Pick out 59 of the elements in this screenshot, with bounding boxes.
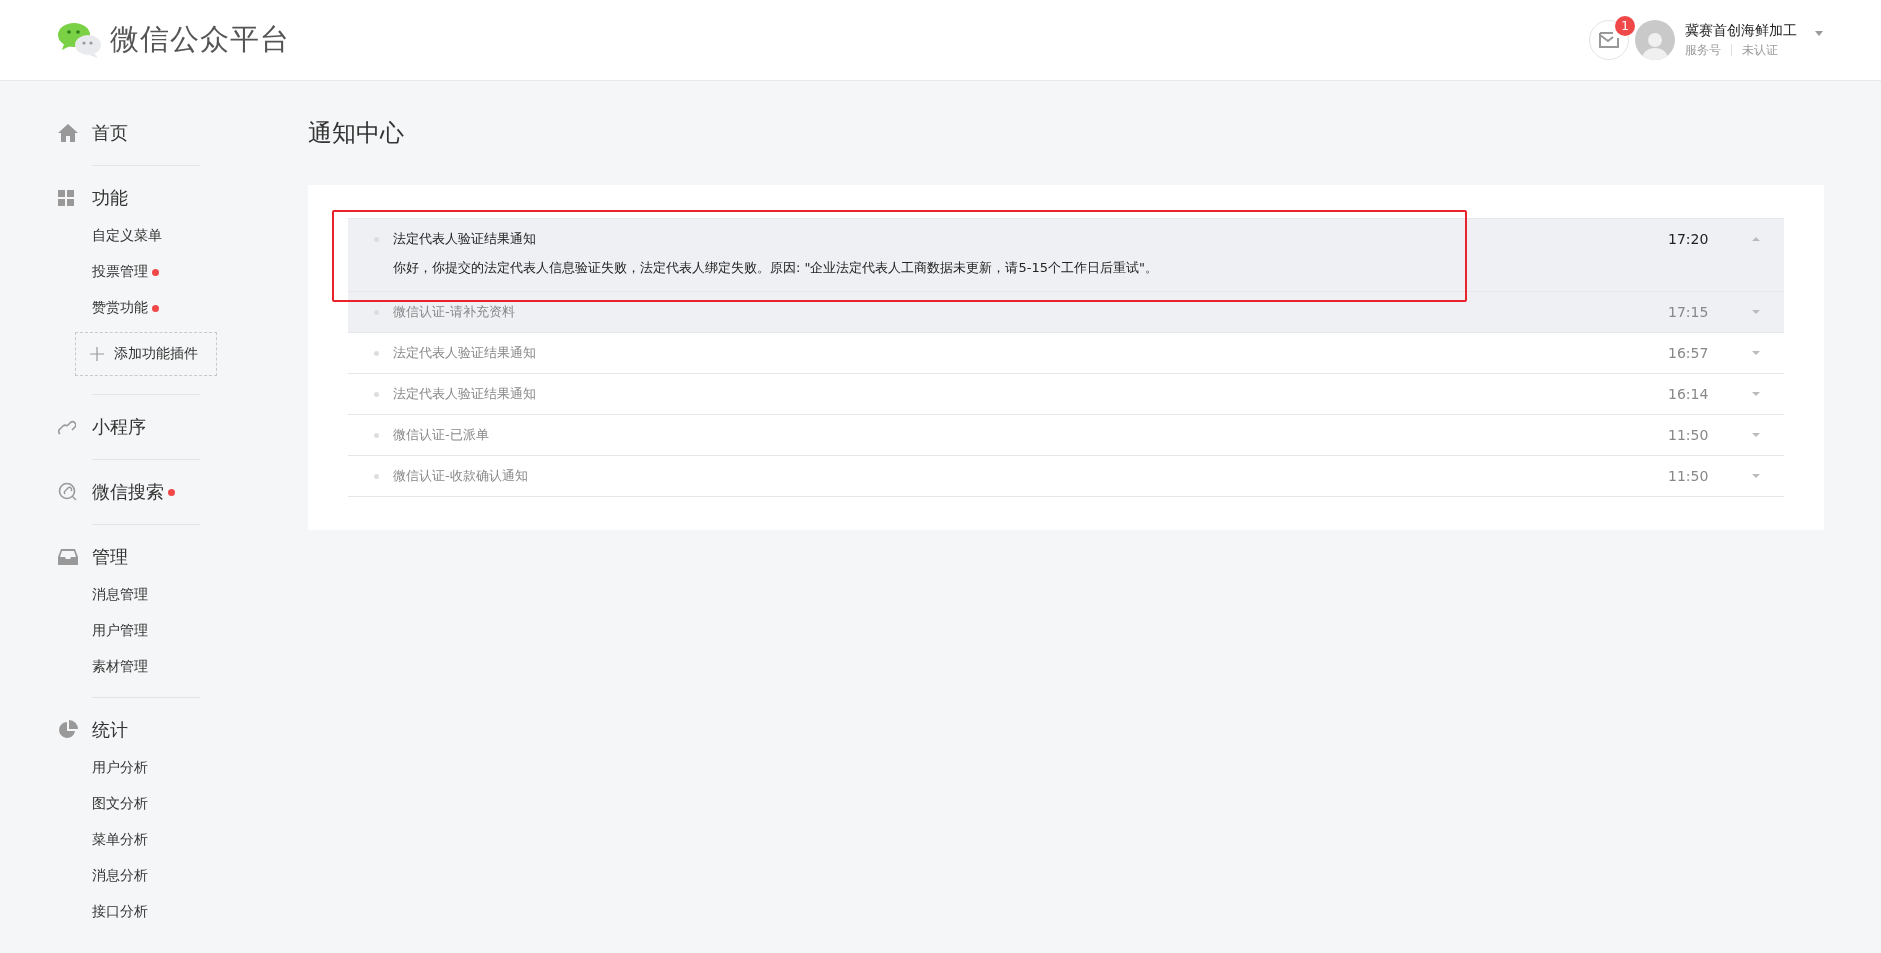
sidebar-item[interactable]: 赞赏功能 (58, 290, 250, 326)
sidebar-section-title[interactable]: 小程序 (92, 415, 146, 439)
caret-down-icon (1752, 392, 1760, 396)
sidebar-item[interactable]: 自定义菜单 (58, 218, 250, 254)
page-title: 通知中心 (308, 118, 405, 149)
sidebar-item[interactable]: 菜单分析 (58, 822, 250, 858)
sidebar-item[interactable]: 接口分析 (58, 894, 250, 930)
search-icon (58, 482, 78, 502)
account-type: 服务号 (1685, 41, 1721, 59)
bullet-dot (374, 473, 379, 479)
sidebar-section-title[interactable]: 首页 (92, 121, 128, 145)
notification-badge: 1 (1615, 16, 1635, 36)
sidebar-item[interactable]: 用户分析 (58, 750, 250, 786)
notification-time: 11:50 (1668, 468, 1710, 484)
sidebar-item[interactable]: 素材管理 (58, 649, 250, 685)
notification-time: 11:50 (1668, 427, 1710, 443)
notification-time: 17:20 (1668, 231, 1710, 247)
chat-bubbles-logo (58, 22, 102, 58)
notification-body: 你好，你提交的法定代表人信息验证失败，法定代表人绑定失败。原因: "企业法定代表人工商数据未更新，请5-15个工作日后重试"。 (392, 259, 1159, 277)
notification-time: 16:57 (1668, 345, 1710, 361)
logo-text: 微信公众平台 (110, 21, 290, 58)
notification-title[interactable]: 法定代表人验证结果通知 (393, 344, 1668, 362)
caret-down-icon (1752, 433, 1760, 437)
notification-row[interactable]: 法定代表人验证结果通知 17:20 你好，你提交的法定代表人信息验证失败，法定代表人绑定失败。原因: "企业法定代表人工商数据未更新，请5-15个工作日后重试"。 (348, 218, 1784, 292)
sidebar-item[interactable]: 消息分析 (58, 858, 250, 894)
mail-icon (1599, 32, 1619, 48)
caret-icon[interactable] (1815, 30, 1823, 36)
sidebar-item[interactable]: 用户管理 (58, 613, 250, 649)
sidebar-section-title[interactable]: 微信搜索 (92, 480, 175, 504)
inbox-icon (58, 549, 78, 565)
home-icon (58, 124, 78, 142)
link-icon (58, 418, 76, 436)
sidebar-item[interactable]: 消息管理 (58, 577, 250, 613)
sidebar-item[interactable]: 投票管理 (58, 254, 250, 290)
notification-title[interactable]: 法定代表人验证结果通知 (393, 385, 1668, 403)
add-plugin-button[interactable]: 添加功能插件 (75, 332, 217, 376)
caret-down-icon (1752, 351, 1760, 355)
avatar[interactable] (1635, 20, 1675, 60)
notification-title[interactable]: 微信认证-收款确认通知 (393, 467, 1668, 485)
sidebar-item[interactable]: 图文分析 (58, 786, 250, 822)
bullet-dot (374, 391, 379, 397)
notification-time: 16:14 (1668, 386, 1710, 402)
bullet-dot (374, 350, 379, 356)
caret-down-icon (1752, 474, 1760, 478)
pie-chart-icon (58, 720, 78, 740)
mail-button[interactable] (1589, 20, 1629, 60)
notification-title[interactable]: 微信认证-已派单 (393, 426, 1668, 444)
caret-down-icon (1752, 310, 1760, 314)
sidebar-section-title[interactable]: 统计 (92, 718, 128, 742)
sidebar-section-title[interactable]: 管理 (92, 545, 128, 569)
bullet-dot (374, 432, 379, 438)
sidebar-section-title[interactable]: 功能 (92, 186, 128, 210)
verification-status: 未认证 (1742, 41, 1778, 59)
caret-up-icon (1752, 237, 1760, 241)
notification-time: 17:15 (1668, 304, 1710, 320)
notification-title[interactable]: 法定代表人验证结果通知 (393, 230, 1668, 248)
account-name: 冀赛首创海鲜加工 (1685, 21, 1797, 40)
plus-icon (90, 347, 104, 361)
grid-icon (58, 190, 74, 206)
